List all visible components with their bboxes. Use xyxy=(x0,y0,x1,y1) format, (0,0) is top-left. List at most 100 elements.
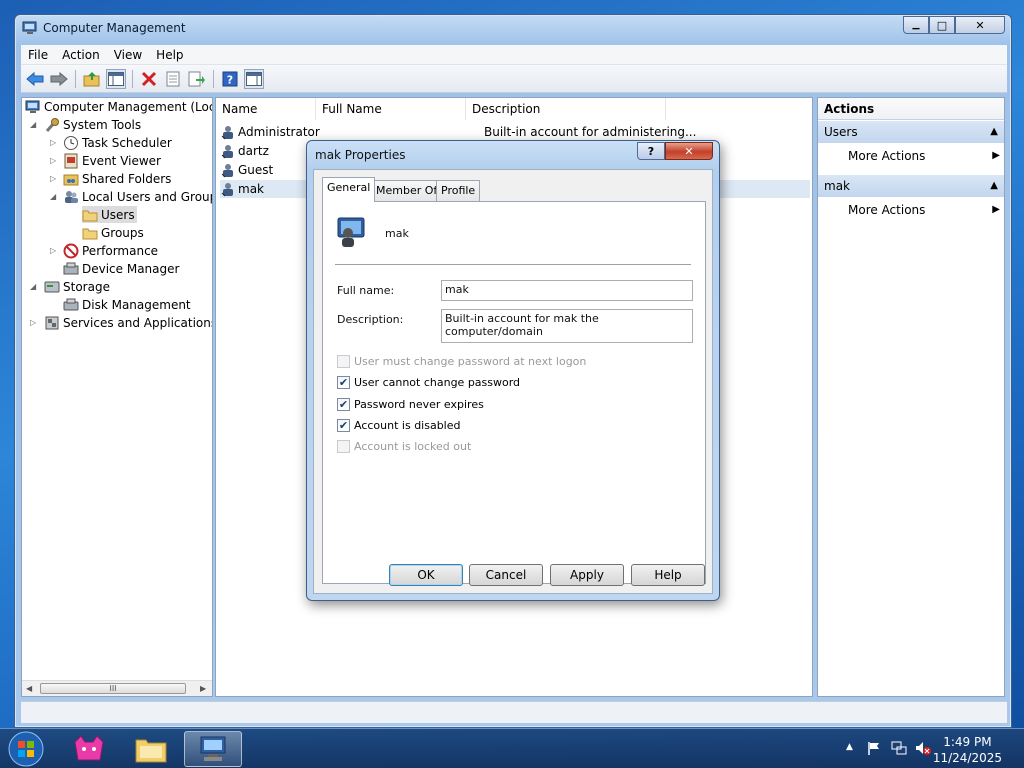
tab-member-of[interactable]: Member Of xyxy=(371,180,443,201)
taskbar-computer-management[interactable] xyxy=(184,731,242,767)
maximize-button[interactable]: □ xyxy=(929,16,955,34)
folder-icon xyxy=(82,228,98,239)
collapse-arrow-icon[interactable]: ◢ xyxy=(30,121,38,129)
actions-section-users[interactable]: Users ▲ xyxy=(818,121,1004,143)
mak-properties-dialog: mak Properties ? ✕ General Member Of Pro… xyxy=(306,140,720,601)
tree-users[interactable]: Users xyxy=(82,206,137,223)
password-never-expires-checkbox[interactable]: ✔ Password never expires xyxy=(337,398,484,411)
expand-arrow-icon[interactable]: ▷ xyxy=(50,175,58,183)
checkbox-label: Password never expires xyxy=(354,398,484,411)
apply-button[interactable]: Apply xyxy=(550,564,624,586)
close-button[interactable]: ✕ xyxy=(955,16,1005,34)
show-hide-tree-button[interactable] xyxy=(106,68,126,89)
checkbox-label: Account is disabled xyxy=(354,419,461,432)
tree-system-tools[interactable]: System Tools xyxy=(44,116,141,133)
tree-root[interactable]: Computer Management (Local xyxy=(25,98,212,115)
tree-shared-folders[interactable]: Shared Folders xyxy=(63,170,171,187)
title-bar[interactable]: Computer Management ▁ □ ✕ xyxy=(15,15,1011,41)
more-actions-mak[interactable]: More Actions ▶ xyxy=(818,199,1004,221)
forward-button[interactable] xyxy=(49,69,69,89)
dialog-close-button[interactable]: ✕ xyxy=(665,142,713,160)
tab-general[interactable]: General xyxy=(322,177,376,202)
help-button[interactable]: Help xyxy=(631,564,705,586)
tree-groups[interactable]: Groups xyxy=(82,224,144,241)
menu-help[interactable]: Help xyxy=(149,48,190,62)
tree-label: Event Viewer xyxy=(82,153,161,168)
tab-profile[interactable]: Profile xyxy=(436,180,481,201)
column-header-description[interactable]: Description xyxy=(466,98,666,120)
tree-event-viewer[interactable]: Event Viewer xyxy=(63,152,161,169)
scroll-thumb[interactable]: III xyxy=(40,683,186,694)
tree-label: Local Users and Groups xyxy=(82,189,213,204)
up-folder-button[interactable] xyxy=(82,69,102,89)
help-button[interactable]: ? xyxy=(220,69,240,89)
tree-disk-management[interactable]: Disk Management xyxy=(63,296,191,313)
collapse-arrow-icon[interactable]: ◢ xyxy=(50,193,58,201)
network-icon[interactable] xyxy=(890,740,908,756)
clock-date: 11/24/2025 xyxy=(932,751,1002,765)
account-disabled-checkbox[interactable]: ✔ Account is disabled xyxy=(337,419,461,432)
collapse-arrow-icon[interactable]: ◢ xyxy=(30,283,38,291)
menu-action[interactable]: Action xyxy=(55,48,107,62)
computer-management-icon xyxy=(25,100,40,113)
folder-icon xyxy=(82,210,98,221)
show-hidden-icons-button[interactable]: ▲ xyxy=(846,742,853,752)
list-row-administrator[interactable]: Administrator Built-in account for admin… xyxy=(220,123,810,141)
column-header-name[interactable]: Name xyxy=(216,98,316,120)
description-field[interactable]: Built-in account for mak the computer/do… xyxy=(441,309,693,343)
account-locked-out-checkbox[interactable]: Account is locked out xyxy=(337,440,471,453)
checkbox-label: Account is locked out xyxy=(354,440,472,453)
menu-view[interactable]: View xyxy=(107,48,149,62)
full-name-label: Full name: xyxy=(337,284,395,297)
properties-button[interactable] xyxy=(163,69,183,89)
full-name-field[interactable]: mak xyxy=(441,280,693,301)
collapse-up-icon[interactable]: ▲ xyxy=(990,175,998,197)
expand-arrow-icon[interactable]: ▷ xyxy=(50,139,58,147)
column-header-full-name[interactable]: Full Name xyxy=(316,98,466,120)
shared-folder-icon xyxy=(63,174,79,185)
expand-arrow-icon[interactable]: ▷ xyxy=(30,319,38,327)
delete-button[interactable] xyxy=(139,69,159,89)
back-button[interactable] xyxy=(25,69,45,89)
export-list-button[interactable] xyxy=(187,69,207,89)
must-change-password-checkbox[interactable]: User must change password at next logon xyxy=(337,355,586,368)
more-actions-users[interactable]: More Actions ▶ xyxy=(818,145,1004,167)
submenu-arrow-icon: ▶ xyxy=(992,150,1000,161)
menu-file[interactable]: File xyxy=(21,48,55,62)
question-icon: ? xyxy=(647,144,655,158)
show-action-pane-button[interactable] xyxy=(244,68,264,89)
actions-section-mak[interactable]: mak ▲ xyxy=(818,175,1004,197)
section-title: Users xyxy=(824,125,858,139)
taskbar-app-pink[interactable] xyxy=(60,731,118,767)
minimize-icon: ▁ xyxy=(912,20,920,30)
tree-local-users-groups[interactable]: Local Users and Groups xyxy=(63,188,213,205)
tree-services-apps[interactable]: Services and Applications xyxy=(44,314,212,331)
taskbar-explorer[interactable] xyxy=(122,731,180,767)
user-icon xyxy=(221,164,233,178)
scroll-right-icon[interactable]: ▶ xyxy=(200,684,206,693)
dialog-help-button[interactable]: ? xyxy=(637,142,665,160)
tree-storage[interactable]: Storage xyxy=(44,278,110,295)
taskbar: ▲ 1:49 PM 11/24/2025 xyxy=(0,728,1024,768)
computer-management-icon xyxy=(200,736,226,761)
expand-arrow-icon[interactable]: ▷ xyxy=(50,247,58,255)
system-clock[interactable]: 1:49 PM 11/24/2025 xyxy=(933,734,1002,766)
row-name: Administrator xyxy=(238,125,320,139)
cancel-button[interactable]: Cancel xyxy=(469,564,543,586)
tree-label: Users xyxy=(101,207,135,222)
cannot-change-password-checkbox[interactable]: ✔ User cannot change password xyxy=(337,376,520,389)
export-list-icon xyxy=(188,71,205,86)
tree-device-manager[interactable]: Device Manager xyxy=(63,260,179,277)
scroll-left-icon[interactable]: ◀ xyxy=(26,684,32,693)
tree-task-scheduler[interactable]: Task Scheduler xyxy=(63,134,172,151)
tree-horizontal-scrollbar[interactable]: ◀ III ▶ xyxy=(22,680,212,696)
minimize-button[interactable]: ▁ xyxy=(903,16,929,34)
start-button[interactable] xyxy=(4,729,48,768)
action-center-flag-icon[interactable] xyxy=(866,740,882,756)
tree-performance[interactable]: Performance xyxy=(63,242,158,259)
collapse-up-icon[interactable]: ▲ xyxy=(990,121,998,143)
expand-arrow-icon[interactable]: ▷ xyxy=(50,157,58,165)
ok-button[interactable]: OK xyxy=(389,564,463,586)
checkmark-icon: ✔ xyxy=(337,398,350,411)
volume-muted-icon[interactable] xyxy=(914,740,932,756)
